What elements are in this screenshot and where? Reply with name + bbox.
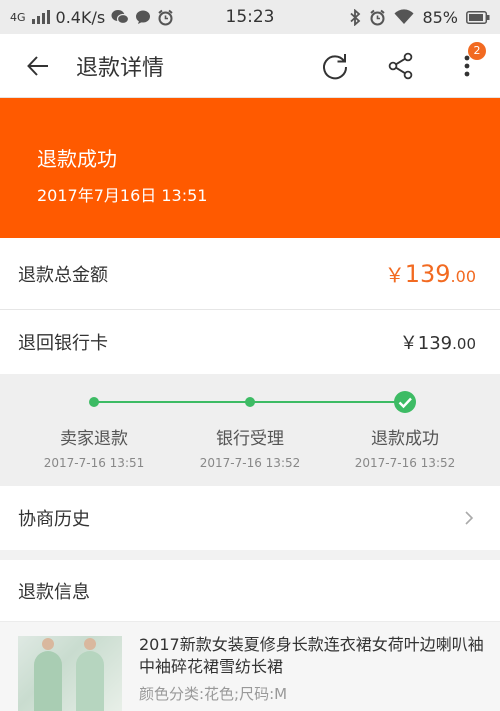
progress-dot — [245, 397, 255, 407]
step-time: 2017-7-16 13:52 — [199, 456, 301, 470]
step-name: 银行受理 — [216, 429, 284, 449]
step-time: 2017-7-16 13:52 — [354, 456, 456, 470]
step-name: 退款成功 — [371, 429, 439, 449]
status-bar: 4G 0.4K/s 15:23 85% — [0, 0, 500, 34]
share-button[interactable] — [368, 34, 434, 98]
amount-decimal: .00 — [452, 335, 476, 353]
model-head — [42, 638, 54, 650]
amount-integer: 139 — [404, 260, 451, 288]
message-icon — [136, 10, 151, 24]
battery-percent: 85% — [422, 7, 458, 27]
product-item[interactable]: 2017新款女装夏修身长款连衣裙女荷叶边喇叭袖中袖碎花裙雪纺长裙 颜色分类:花色… — [0, 622, 500, 711]
bank-card-label: 退回银行卡 — [18, 333, 108, 354]
product-variant: 颜色分类:花色;尺码:M — [139, 685, 288, 703]
total-amount-row: 退款总金额 ￥ 139 .00 — [0, 238, 500, 310]
bank-card-amount: ￥ 139 .00 — [400, 329, 476, 355]
bluetooth-icon — [350, 8, 361, 26]
model-figure — [76, 651, 104, 711]
refund-status-time: 2017年7月16日 13:51 — [37, 186, 208, 205]
back-button[interactable] — [0, 34, 76, 98]
progress-step: 银行受理 2017-7-16 13:52 — [180, 424, 320, 470]
share-icon — [388, 52, 413, 79]
negotiation-history-row[interactable]: 协商历史 — [0, 486, 500, 550]
network-type: 4G — [10, 10, 26, 24]
amount-integer: 139 — [417, 333, 453, 354]
alarm-icon — [158, 9, 173, 25]
refund-status-text: 退款成功 — [37, 147, 117, 171]
product-thumbnail — [18, 636, 122, 711]
product-name: 2017新款女装夏修身长款连衣裙女荷叶边喇叭袖中袖碎花裙雪纺长裙 — [139, 635, 484, 676]
bank-card-row: 退回银行卡 ￥ 139 .00 — [0, 310, 500, 374]
chevron-right-icon — [465, 511, 474, 525]
status-right: 85% — [349, 8, 490, 27]
currency-symbol: ￥ — [399, 333, 418, 354]
progress-dot — [89, 397, 99, 407]
refresh-icon — [323, 53, 348, 79]
signal-icon — [31, 10, 50, 24]
alarm-icon — [370, 9, 386, 25]
refund-status-banner: 退款成功 2017年7月16日 13:51 — [0, 98, 500, 238]
check-icon — [394, 391, 416, 413]
refund-info-title: 退款信息 — [18, 581, 90, 603]
model-figure — [34, 651, 62, 711]
more-button[interactable]: 2 — [434, 34, 500, 98]
step-name: 卖家退款 — [60, 429, 128, 449]
wechat-icon — [111, 10, 130, 25]
wifi-icon — [394, 9, 414, 24]
total-amount-label: 退款总金额 — [18, 264, 108, 286]
refund-info-header: 退款信息 — [0, 560, 500, 622]
amount-decimal: .00 — [450, 267, 476, 286]
battery-icon — [466, 10, 490, 24]
notification-badge: 2 — [468, 41, 486, 60]
refresh-button[interactable] — [302, 34, 368, 98]
progress-step: 退款成功 2017-7-16 13:52 — [335, 424, 475, 470]
progress-step: 卖家退款 2017-7-16 13:51 — [24, 424, 164, 470]
arrow-left-icon — [27, 55, 48, 76]
refund-progress: 卖家退款 2017-7-16 13:51 银行受理 2017-7-16 13:5… — [0, 374, 500, 486]
currency-symbol: ￥ — [384, 263, 405, 287]
status-left: 4G 0.4K/s — [10, 8, 349, 27]
model-head — [84, 638, 96, 650]
page-title: 退款详情 — [76, 55, 165, 81]
app-bar: 退款详情 2 — [0, 34, 500, 98]
step-time: 2017-7-16 13:51 — [43, 456, 145, 470]
network-speed: 0.4K/s — [55, 7, 106, 27]
total-amount-value: ￥ 139 .00 — [385, 259, 476, 288]
negotiation-history-label: 协商历史 — [18, 509, 90, 530]
